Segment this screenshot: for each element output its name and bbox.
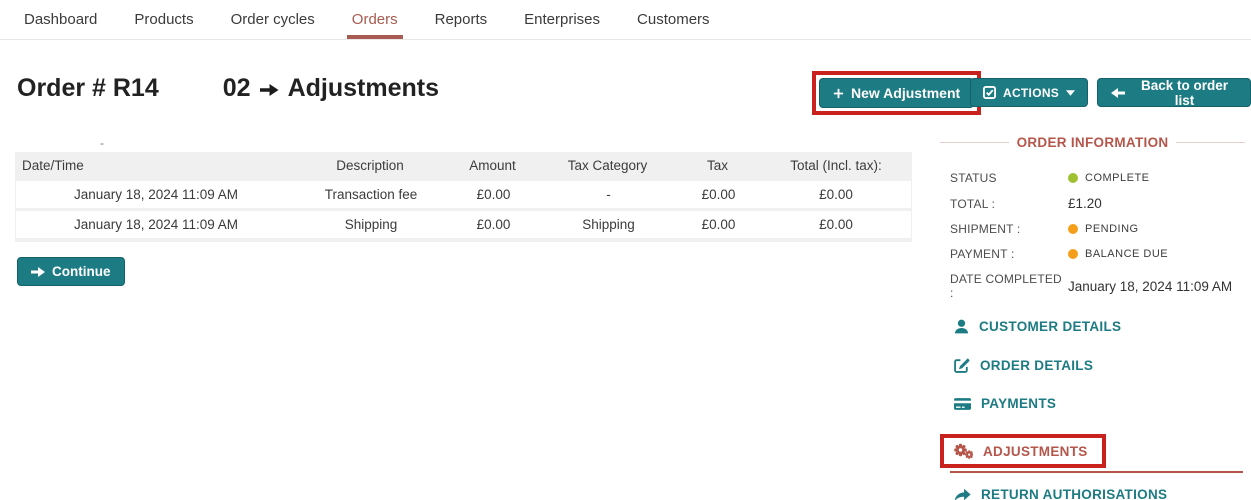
user-icon <box>954 319 969 334</box>
cell-total: £0.00 <box>761 187 911 202</box>
legend-line <box>940 142 1009 143</box>
cell-tax-category: - <box>541 187 676 202</box>
table-row: January 18, 2024 11:09 AM Transaction fe… <box>16 181 911 208</box>
cell-amount: £0.00 <box>446 217 541 232</box>
sidebar-links: CUSTOMER DETAILS ORDER DETAILS PAYMENTS <box>940 319 1245 500</box>
nav-item-dashboard[interactable]: Dashboard <box>24 0 97 39</box>
edit-icon <box>954 357 970 373</box>
highlight-box-new-adjustment: New Adjustment <box>812 71 981 115</box>
nav-item-customers[interactable]: Customers <box>637 0 710 39</box>
admin-orders-page: Dashboard Products Order cycles Orders R… <box>0 0 1251 500</box>
order-information-label: ORDER INFORMATION <box>1017 135 1169 150</box>
nav-item-reports[interactable]: Reports <box>435 0 488 39</box>
sidebar-link-return-authorisations[interactable]: RETURN AUTHORISATIONS <box>954 487 1245 500</box>
cell-datetime: January 18, 2024 11:09 AM <box>16 187 296 202</box>
adjustments-active-rule <box>950 471 1243 473</box>
nav-item-products[interactable]: Products <box>134 0 193 39</box>
section-title: Adjustments <box>288 74 439 103</box>
credit-card-icon <box>954 397 971 411</box>
nav-item-order-cycles[interactable]: Order cycles <box>231 0 315 39</box>
top-nav: Dashboard Products Order cycles Orders R… <box>0 0 1251 40</box>
adjustments-label: ADJUSTMENTS <box>983 444 1088 459</box>
arrow-left-icon <box>1111 87 1125 99</box>
legend-line <box>1176 142 1245 143</box>
sidebar-link-adjustments[interactable]: ADJUSTMENTS <box>954 443 1088 459</box>
adjustments-table: Date/Time Description Amount Tax Categor… <box>15 152 912 242</box>
order-number: Order # R14 <box>17 74 159 103</box>
breadcrumb-arrow-icon <box>260 82 279 98</box>
info-row-shipment: SHIPMENT : PENDING <box>950 222 1245 236</box>
cogs-icon <box>954 443 973 459</box>
payments-label: PAYMENTS <box>981 396 1056 411</box>
shipment-label: SHIPMENT : <box>950 222 1068 236</box>
cell-amount: £0.00 <box>446 187 541 202</box>
date-completed-value: January 18, 2024 11:09 AM <box>1068 279 1232 294</box>
col-header-tax-category: Tax Category <box>540 158 675 173</box>
actions-dropdown-button[interactable]: ACTIONS <box>970 78 1088 107</box>
col-header-datetime: Date/Time <box>15 158 295 173</box>
order-details-label: ORDER DETAILS <box>980 358 1093 373</box>
step-number: 02 <box>223 74 251 103</box>
date-completed-label: DATE COMPLETED : <box>950 272 1068 300</box>
col-header-description: Description <box>295 158 445 173</box>
cell-tax: £0.00 <box>676 217 761 232</box>
cell-tax-category: Shipping <box>541 217 676 232</box>
status-value: COMPLETE <box>1085 172 1150 184</box>
page-title: Order # R14 02 Adjustments <box>17 74 439 103</box>
col-header-amount: Amount <box>445 158 540 173</box>
col-header-total: Total (Incl. tax): <box>760 158 912 173</box>
shipment-value: PENDING <box>1085 223 1139 235</box>
sidebar-link-order-details[interactable]: ORDER DETAILS <box>954 357 1245 373</box>
total-value: £1.20 <box>1068 196 1102 211</box>
order-sidebar: ORDER INFORMATION STATUS COMPLETE TOTAL … <box>940 135 1245 500</box>
return-authorisations-label: RETURN AUTHORISATIONS <box>981 487 1167 500</box>
plus-icon <box>833 88 844 99</box>
arrow-right-icon <box>31 266 45 278</box>
sidebar-link-customer-details[interactable]: CUSTOMER DETAILS <box>954 319 1245 334</box>
payment-label: PAYMENT : <box>950 247 1068 261</box>
col-header-tax: Tax <box>675 158 760 173</box>
info-row-status: STATUS COMPLETE <box>950 171 1245 185</box>
cell-description: Shipping <box>296 217 446 232</box>
payment-value: BALANCE DUE <box>1085 248 1168 260</box>
check-square-icon <box>983 86 996 99</box>
customer-details-label: CUSTOMER DETAILS <box>979 319 1121 334</box>
cell-tax: £0.00 <box>676 187 761 202</box>
share-icon <box>954 488 971 500</box>
status-dot-complete <box>1068 173 1078 183</box>
info-row-total: TOTAL : £1.20 <box>950 196 1245 211</box>
sidebar-link-payments[interactable]: PAYMENTS <box>954 396 1245 411</box>
nav-item-orders[interactable]: Orders <box>352 0 398 39</box>
cell-datetime: January 18, 2024 11:09 AM <box>16 217 296 232</box>
cell-description: Transaction fee <box>296 187 446 202</box>
info-row-date-completed: DATE COMPLETED : January 18, 2024 11:09 … <box>950 272 1245 300</box>
shipment-dot-pending <box>1068 224 1078 234</box>
back-label: Back to order list <box>1132 78 1237 108</box>
status-label: STATUS <box>950 171 1068 185</box>
new-adjustment-button[interactable]: New Adjustment <box>819 78 974 108</box>
table-collapse-artifact: - <box>100 136 104 150</box>
highlight-box-adjustments: ADJUSTMENTS <box>940 434 1106 468</box>
order-information-heading: ORDER INFORMATION <box>940 135 1245 150</box>
info-row-payment: PAYMENT : BALANCE DUE <box>950 247 1245 261</box>
nav-item-enterprises[interactable]: Enterprises <box>524 0 600 39</box>
total-label: TOTAL : <box>950 197 1068 211</box>
table-row: January 18, 2024 11:09 AM Shipping £0.00… <box>16 211 911 238</box>
payment-dot-balance-due <box>1068 249 1078 259</box>
table-header-row: Date/Time Description Amount Tax Categor… <box>15 152 912 178</box>
continue-button[interactable]: Continue <box>17 257 125 286</box>
continue-label: Continue <box>52 264 111 279</box>
actions-label: ACTIONS <box>1003 86 1059 100</box>
caret-down-icon <box>1066 90 1075 96</box>
back-to-order-list-button[interactable]: Back to order list <box>1097 78 1251 107</box>
new-adjustment-label: New Adjustment <box>851 85 960 101</box>
cell-total: £0.00 <box>761 217 911 232</box>
order-info-list: STATUS COMPLETE TOTAL : £1.20 SHIPMENT :… <box>940 171 1245 300</box>
